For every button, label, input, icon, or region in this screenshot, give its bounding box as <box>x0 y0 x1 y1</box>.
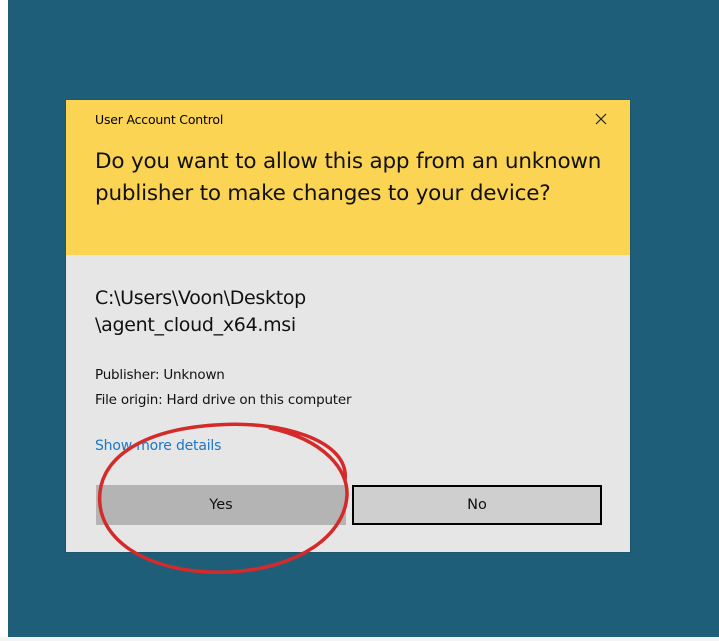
dialog-header: User Account Control Do you want to allo… <box>66 100 630 255</box>
uac-dialog: User Account Control Do you want to allo… <box>66 100 630 552</box>
show-more-details-link[interactable]: Show more details <box>95 438 221 454</box>
window-title: User Account Control <box>95 112 224 127</box>
file-path: C:\Users\Voon\Desktop \agent_cloud_x64.m… <box>95 285 595 339</box>
file-origin-info: File origin: Hard drive on this computer <box>95 392 352 408</box>
dialog-question: Do you want to allow this app from an un… <box>95 149 602 206</box>
file-path-line: C:\Users\Voon\Desktop <box>95 287 306 309</box>
publisher-info: Publisher: Unknown <box>95 367 225 383</box>
close-button[interactable] <box>590 108 612 130</box>
file-path-line: \agent_cloud_x64.msi <box>95 314 296 336</box>
close-icon <box>595 113 607 125</box>
yes-button[interactable]: Yes <box>96 485 346 525</box>
taskbar-edge <box>0 637 719 641</box>
no-button[interactable]: No <box>352 485 602 525</box>
